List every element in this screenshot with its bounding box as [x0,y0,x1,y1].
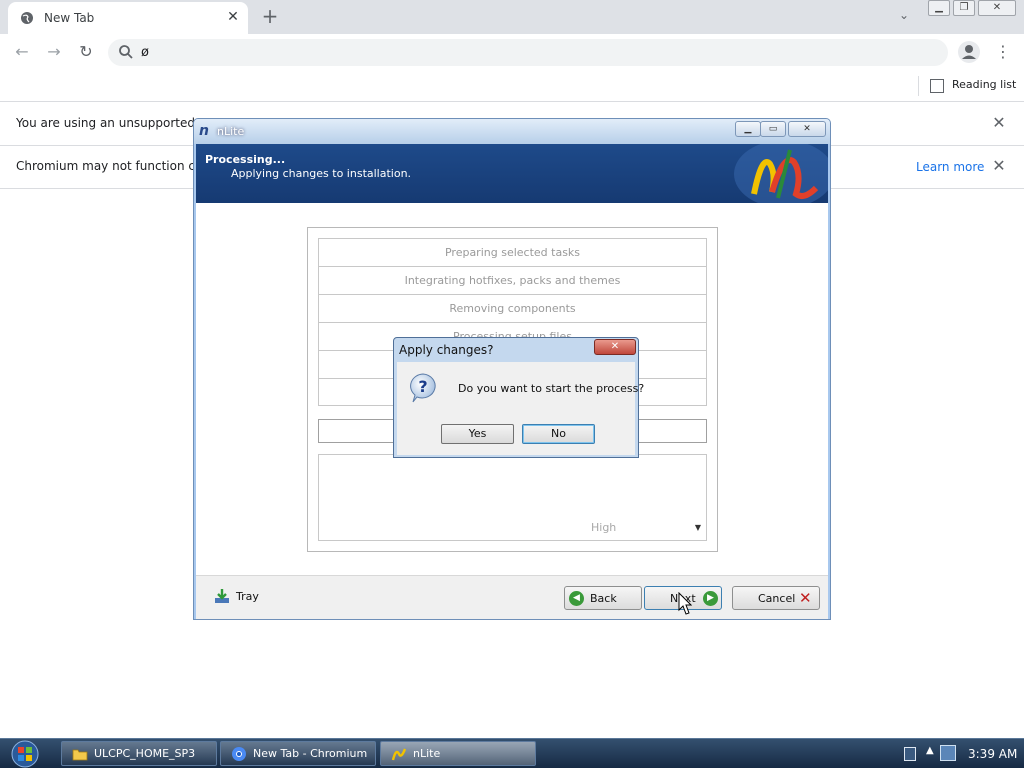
infobar-close-icon[interactable]: ✕ [990,157,1008,175]
log-box: High ▼ [318,454,707,541]
priority-value: High [591,521,617,534]
start-button[interactable] [8,740,42,768]
dialog-message: Do you want to start the process? [458,382,645,395]
apply-changes-dialog: Apply changes? ✕ ? Do you want to start … [393,337,644,458]
nlite-window-title: nLite [217,125,245,138]
chromium-icon [231,746,247,762]
taskbar-button-label: nLite [413,747,441,760]
tray-download-icon [214,588,230,604]
nlite-header-banner: Processing... Applying changes to instal… [196,140,834,208]
back-arrow-icon[interactable]: ← [10,40,34,64]
address-bar-text[interactable]: ø [141,45,149,60]
taskbar-button-label: New Tab - Chromium [253,747,368,760]
page-title: Processing... [205,153,286,166]
task-item: Preparing selected tasks [318,238,707,266]
nlite-titlebar[interactable]: n nLite ▁ ▭ ✕ [194,119,830,144]
restore-window-button[interactable]: ❐ [953,0,975,16]
back-button[interactable]: ◀ Back [564,586,642,610]
infobar-message: You are using an unsupported co [16,116,213,130]
reading-list-label: Reading list [952,78,1017,91]
profile-avatar-icon[interactable] [957,40,981,64]
cancel-label: Cancel [758,592,796,605]
globe-icon [20,11,34,25]
dialog-title: Apply changes? [399,343,494,357]
browser-toolbar: ← → ↻ ø ⋮ [0,34,1024,70]
dialog-body: ? Do you want to start the process? Yes … [397,362,644,455]
nlite-icon [391,746,407,762]
task-item: Removing components [318,294,707,322]
show-hidden-icons-icon[interactable]: ▲ [926,745,934,756]
dialog-titlebar[interactable]: Apply changes? ✕ [394,338,638,362]
question-icon: ? [407,372,439,404]
tray-label: Tray [236,590,259,603]
tab-title: New Tab [44,11,95,25]
tab-close-icon[interactable]: ✕ [224,8,242,26]
learn-more-link[interactable]: Learn more [916,160,984,174]
search-icon [118,44,134,60]
reload-icon[interactable]: ↻ [74,40,98,64]
tab-search-chevron-icon[interactable]: ⌄ [894,8,914,26]
back-label: Back [590,592,617,605]
bookmark-bar: Reading list [0,70,1024,102]
mouse-cursor-icon [678,591,693,616]
taskbar-clock[interactable]: 3:39 AM [968,747,1017,761]
task-item: Integrating hotfixes, packs and themes [318,266,707,294]
minimize-window-button[interactable]: ▁ [928,0,950,16]
address-bar[interactable]: ø [108,39,948,66]
kebab-menu-icon[interactable]: ⋮ [994,40,1012,64]
back-arrow-icon: ◀ [569,591,584,606]
keyboard-icon[interactable] [904,747,916,761]
taskbar-button-nlite[interactable]: nLite [380,741,536,766]
taskbar-button-label: ULCPC_HOME_SP3 [94,747,196,760]
yes-button[interactable]: Yes [441,424,514,444]
infobar-close-icon[interactable]: ✕ [990,114,1008,132]
nlite-close-button[interactable]: ✕ [788,121,826,137]
svg-text:?: ? [418,377,427,396]
cancel-x-icon: ✕ [799,589,812,607]
no-button[interactable]: No [522,424,595,444]
priority-select[interactable]: High ▼ [591,521,703,539]
next-arrow-icon: ▶ [703,591,718,606]
dialog-close-button[interactable]: ✕ [594,339,636,355]
windows-taskbar: ULCPC_HOME_SP3 New Tab - Chromium nLite … [0,738,1024,768]
page-subtitle: Applying changes to installation. [231,167,412,180]
nlite-minimize-button[interactable]: ▁ [735,121,761,137]
taskbar-button-chromium[interactable]: New Tab - Chromium [220,741,376,766]
nlite-maximize-button[interactable]: ▭ [760,121,786,137]
new-tab-button[interactable]: + [258,5,282,29]
nlite-footer: Tray ◀ Back Next ▶ Cancel ✕ [196,575,828,619]
network-icon[interactable] [940,745,956,761]
cancel-button[interactable]: Cancel ✕ [732,586,820,610]
folder-icon [72,746,88,762]
nlite-big-logo-icon [732,140,834,208]
tab-strip: New Tab ✕ + ⌄ ▁ ❐ ✕ [0,0,1024,34]
nlite-logo-icon: n [199,123,209,139]
reading-list-icon [930,79,944,93]
dropdown-arrow-icon: ▼ [694,523,701,532]
taskbar-button-explorer[interactable]: ULCPC_HOME_SP3 [61,741,217,766]
close-window-button[interactable]: ✕ [978,0,1016,16]
bookmark-separator [918,76,919,96]
browser-tab[interactable]: New Tab ✕ [8,2,248,34]
forward-arrow-icon[interactable]: → [42,40,66,64]
infobar-message: Chromium may not function corre [16,159,220,173]
